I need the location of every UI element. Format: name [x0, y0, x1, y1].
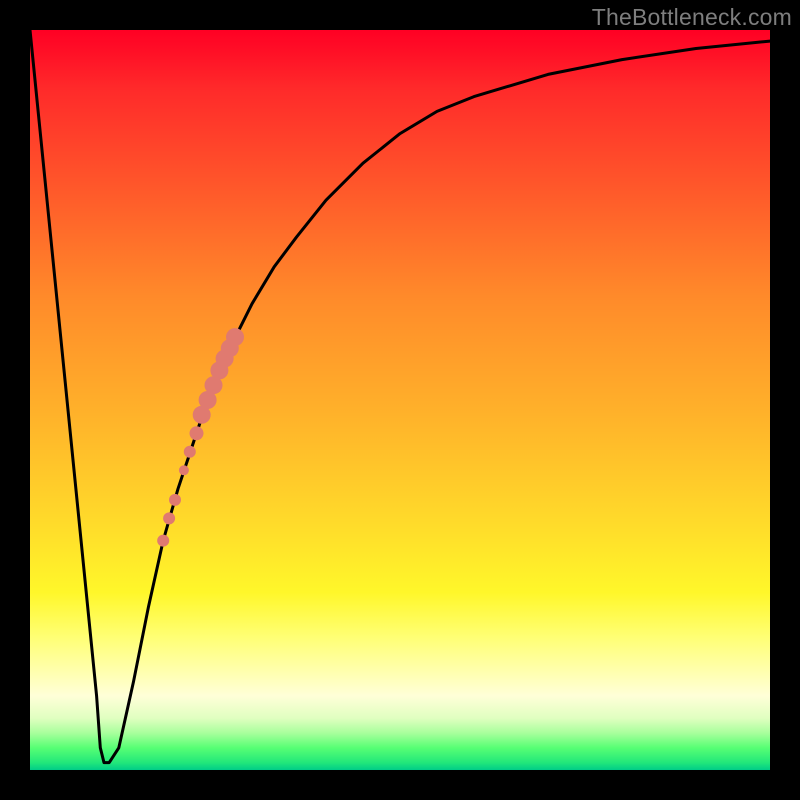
highlight-dot — [190, 426, 204, 440]
chart-frame: TheBottleneck.com — [0, 0, 800, 800]
highlight-dot — [169, 494, 181, 506]
plot-area — [30, 30, 770, 770]
highlight-dot — [163, 512, 175, 524]
highlight-dot — [184, 446, 196, 458]
highlight-dot — [226, 328, 244, 346]
curve-svg — [30, 30, 770, 770]
highlight-dots — [157, 328, 244, 546]
highlight-dot — [157, 535, 169, 547]
bottleneck-curve — [30, 30, 770, 763]
highlight-dot — [179, 465, 189, 475]
watermark-text: TheBottleneck.com — [592, 4, 792, 31]
